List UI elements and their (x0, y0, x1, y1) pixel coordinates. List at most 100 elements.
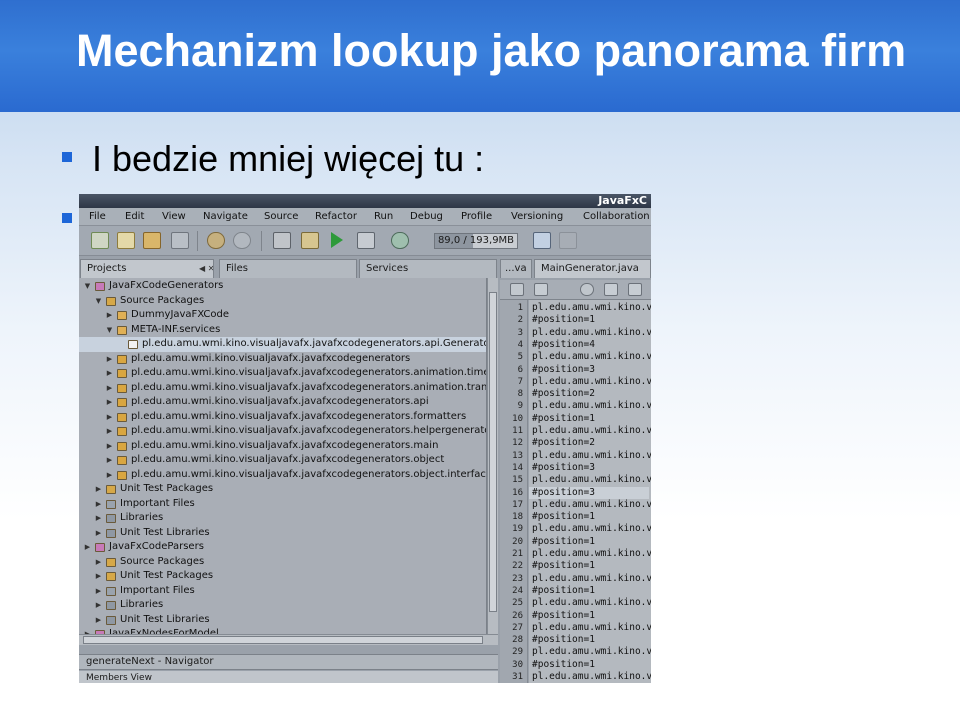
menu-debug[interactable]: Debug (410, 210, 443, 223)
expand-arrow-icon[interactable]: ▶ (94, 511, 103, 526)
menu-run[interactable]: Run (374, 210, 393, 223)
code-line[interactable]: #position=1 (532, 560, 595, 572)
menu-profile[interactable]: Profile (461, 210, 492, 223)
tree-row[interactable]: ▶ JavaFxCodeParsers (79, 540, 486, 555)
code-line[interactable]: pl.edu.amu.wmi.kino.v (532, 573, 651, 585)
code-line[interactable]: #position=3 (532, 364, 595, 376)
expand-arrow-icon[interactable]: ▶ (94, 526, 103, 541)
code-line[interactable]: #position=4 (532, 339, 595, 351)
build-hammer-icon[interactable] (273, 232, 291, 249)
tree-row[interactable]: ▶ pl.edu.amu.wmi.kino.visualjavafx.javafx… (79, 424, 486, 439)
members-view-selector[interactable]: Members View (79, 671, 498, 683)
tab-minimize-icon[interactable]: ◀ ✕ (199, 260, 213, 277)
menu-source[interactable]: Source (264, 210, 298, 223)
tree-row[interactable]: ▶ JavaFxNodesForModel (79, 627, 486, 634)
memory-meter[interactable]: 89,0 / 193,9MB (434, 233, 518, 249)
expand-arrow-icon[interactable]: ▶ (105, 308, 114, 323)
tab-editor-prev[interactable]: ...va (500, 259, 532, 278)
expand-arrow-icon[interactable]: ▶ (83, 540, 92, 555)
code-line[interactable]: #position=1 (532, 413, 595, 425)
new-project-icon[interactable] (91, 232, 109, 249)
code-line[interactable]: #position=1 (532, 536, 595, 548)
expand-arrow-icon[interactable]: ▶ (83, 627, 92, 634)
code-line[interactable]: pl.edu.amu.wmi.kino.v (532, 351, 651, 363)
run-icon[interactable] (331, 232, 343, 248)
expand-arrow-icon[interactable]: ▶ (105, 410, 114, 425)
tree-vertical-scroll-thumb[interactable] (489, 292, 497, 612)
tree-horizontal-scroll-thumb[interactable] (83, 636, 483, 644)
open-project-icon[interactable] (143, 232, 161, 249)
clean-build-icon[interactable] (301, 232, 319, 249)
code-line[interactable]: pl.edu.amu.wmi.kino.v (532, 646, 651, 658)
code-line[interactable]: #position=2 (532, 388, 595, 400)
code-line[interactable]: #position=1 (532, 314, 595, 326)
tree-row[interactable]: ▼ Source Packages (79, 294, 486, 309)
tree-row[interactable]: ▶ pl.edu.amu.wmi.kino.visualjavafx.javafx… (79, 439, 486, 454)
expand-arrow-icon[interactable]: ▶ (94, 584, 103, 599)
collapse-arrow-icon[interactable]: ▼ (105, 323, 114, 338)
tab-files[interactable]: Files (219, 259, 357, 278)
code-line[interactable]: pl.edu.amu.wmi.kino.v (532, 327, 651, 339)
tree-row[interactable]: ▶ Libraries (79, 511, 486, 526)
expand-arrow-icon[interactable]: ▶ (105, 395, 114, 410)
tree-row[interactable]: ▶ Libraries (79, 598, 486, 613)
redo-icon[interactable] (233, 232, 251, 249)
tab-projects[interactable]: Projects ◀ ✕ (80, 259, 214, 278)
tree-horizontal-scrollbar[interactable] (79, 634, 498, 645)
tree-row[interactable]: ▶ Unit Test Packages (79, 482, 486, 497)
editor-back-icon[interactable] (534, 283, 548, 296)
navigator-header[interactable]: generateNext - Navigator (79, 654, 498, 670)
tree-row[interactable]: ▶ Unit Test Packages (79, 569, 486, 584)
tree-row[interactable]: ▶ pl.edu.amu.wmi.kino.visualjavafx.javafx… (79, 395, 486, 410)
expand-arrow-icon[interactable]: ▶ (105, 439, 114, 454)
code-line[interactable]: pl.edu.amu.wmi.kino.v (532, 597, 651, 609)
code-line[interactable]: pl.edu.amu.wmi.kino.v (532, 425, 651, 437)
expand-arrow-icon[interactable]: ▶ (94, 569, 103, 584)
code-line[interactable]: pl.edu.amu.wmi.kino.v (532, 548, 651, 560)
undo-icon[interactable] (207, 232, 225, 249)
collapse-arrow-icon[interactable]: ▼ (94, 294, 103, 309)
menu-edit[interactable]: Edit (125, 210, 144, 223)
editor-find-next-icon[interactable] (628, 283, 642, 296)
expand-arrow-icon[interactable]: ▶ (105, 453, 114, 468)
expand-arrow-icon[interactable]: ▶ (94, 555, 103, 570)
code-line[interactable]: #position=1 (532, 659, 595, 671)
expand-arrow-icon[interactable]: ▶ (105, 366, 114, 381)
expand-arrow-icon[interactable]: ▶ (94, 613, 103, 628)
menu-navigate[interactable]: Navigate (203, 210, 248, 223)
tree-row[interactable]: ▶ pl.edu.amu.wmi.kino.visualjavafx.javafx… (79, 453, 486, 468)
code-line[interactable]: #position=1 (532, 511, 595, 523)
code-line[interactable]: pl.edu.amu.wmi.kino.v (532, 376, 651, 388)
code-line[interactable]: pl.edu.amu.wmi.kino.v (532, 302, 651, 314)
tree-row[interactable]: pl.edu.amu.wmi.kino.visualjavafx.javafxc… (79, 337, 486, 352)
expand-arrow-icon[interactable]: ▶ (94, 598, 103, 613)
profile-icon[interactable] (391, 232, 409, 249)
plugin-icon[interactable] (559, 232, 577, 249)
code-line[interactable]: pl.edu.amu.wmi.kino.v (532, 450, 651, 462)
expand-arrow-icon[interactable]: ▶ (105, 468, 114, 483)
tree-row[interactable]: ▶ Important Files (79, 584, 486, 599)
tree-row[interactable]: ▼ JavaFxCodeGenerators (79, 279, 486, 294)
tree-row[interactable]: ▶ Important Files (79, 497, 486, 512)
code-line[interactable]: pl.edu.amu.wmi.kino.v (532, 400, 651, 412)
tree-row[interactable]: ▶ Unit Test Libraries (79, 526, 486, 541)
collapse-arrow-icon[interactable]: ▼ (83, 279, 92, 294)
tab-services[interactable]: Services (359, 259, 497, 278)
editor-text-area[interactable]: pl.edu.amu.wmi.kino.v #position=1 pl.edu.a… (529, 300, 651, 683)
code-line[interactable]: #position=2 (532, 437, 595, 449)
code-line[interactable]: #position=3 (529, 486, 649, 499)
new-file-icon[interactable] (117, 232, 135, 249)
tree-row[interactable]: ▶ pl.edu.amu.wmi.kino.visualjavafx.javafx… (79, 468, 486, 483)
tree-vertical-scrollbar[interactable] (487, 278, 498, 634)
tree-row[interactable]: ▶ pl.edu.amu.wmi.kino.visualjavafx.javafx… (79, 410, 486, 425)
expand-arrow-icon[interactable]: ▶ (105, 424, 114, 439)
expand-arrow-icon[interactable]: ▶ (105, 352, 114, 367)
save-all-icon[interactable] (171, 232, 189, 249)
code-line[interactable]: pl.edu.amu.wmi.kino.v (532, 671, 651, 683)
code-line[interactable]: pl.edu.amu.wmi.kino.v (532, 622, 651, 634)
tab-main-generator[interactable]: MainGenerator.java (534, 259, 651, 278)
tree-row[interactable]: ▶ DummyJavaFXCode (79, 308, 486, 323)
code-line[interactable]: pl.edu.amu.wmi.kino.v (532, 499, 651, 511)
expand-arrow-icon[interactable]: ▶ (94, 497, 103, 512)
editor-find-prev-icon[interactable] (604, 283, 618, 296)
